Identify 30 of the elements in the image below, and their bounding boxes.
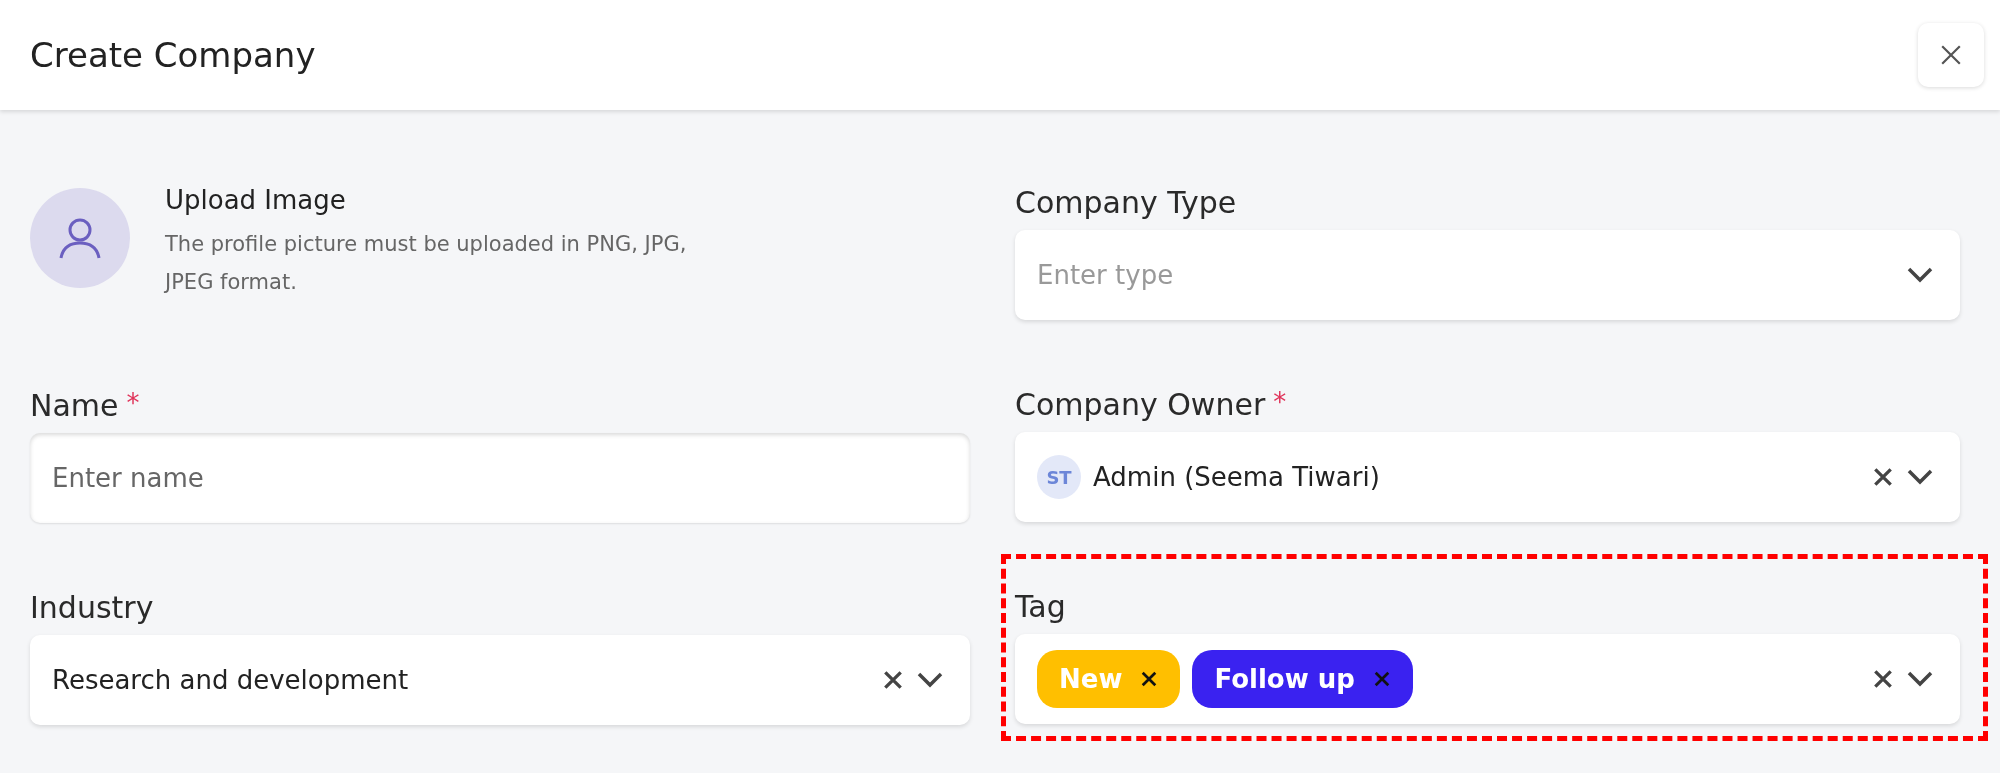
dialog-title: Create Company <box>30 35 316 75</box>
clear-icon[interactable] <box>882 669 904 691</box>
select-field[interactable]: Research and development <box>30 635 970 725</box>
select-placeholder: Enter type <box>1037 260 1175 290</box>
tag-select[interactable]: New Follow up <box>1015 634 1960 724</box>
close-icon <box>1940 44 1962 66</box>
owner-select[interactable]: ST Admin (Seema Tiwari) <box>1015 432 1960 522</box>
user-avatar: ST <box>1037 455 1081 499</box>
field-label: Industry <box>30 590 154 625</box>
chevron-down-icon[interactable] <box>1906 468 1934 486</box>
clear-icon[interactable] <box>1872 466 1894 488</box>
chevron-down-icon[interactable] <box>1906 266 1934 284</box>
field-label: Company Owner <box>1015 387 1266 422</box>
field-label: Company Type <box>1015 185 1237 220</box>
chevron-down-icon[interactable] <box>1906 670 1934 688</box>
required-mark: * <box>126 388 140 418</box>
required-mark: * <box>1273 387 1287 417</box>
remove-icon[interactable] <box>1140 670 1159 688</box>
upload-description: The profile picture must be uploaded in PNG, JPG, JPEG format. <box>165 231 688 296</box>
tag-chip[interactable]: Follow up <box>1192 650 1413 708</box>
chevron-down-icon[interactable] <box>916 671 944 689</box>
field-label: Name <box>30 388 119 423</box>
select-value: Research and development <box>52 665 410 695</box>
name-input[interactable]: Enter name <box>52 463 944 493</box>
close-button[interactable] <box>1918 23 1984 87</box>
owner-value: Admin (Seema Tiwari) <box>1093 462 1381 492</box>
name-field[interactable]: Enter name <box>30 433 970 523</box>
upload-title: Upload Image <box>165 185 347 215</box>
clear-icon[interactable] <box>1872 668 1894 690</box>
field-label: Tag <box>1015 589 1066 624</box>
